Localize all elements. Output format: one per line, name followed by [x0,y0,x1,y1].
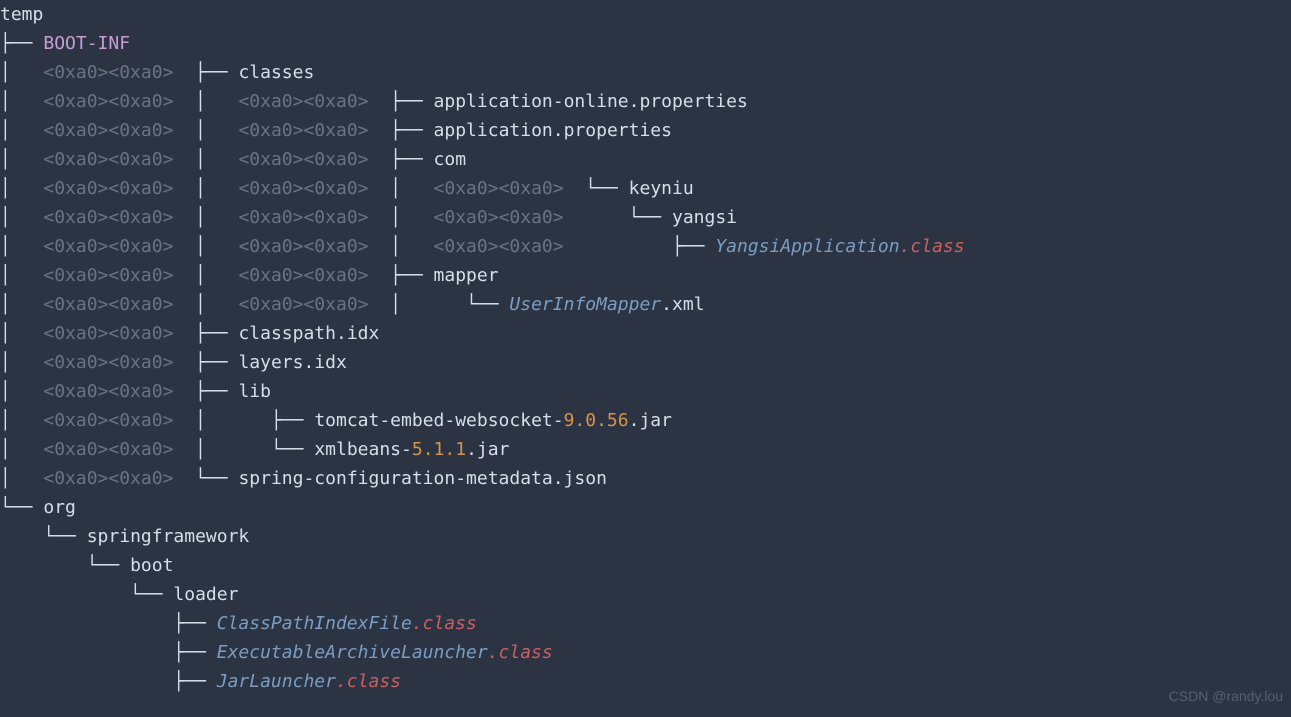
tree-line: │ <0xa0><0xa0> ├── lib [0,377,1291,406]
dir-lib: lib [238,381,271,402]
tree-line: │ <0xa0><0xa0> └── spring-configuration-… [0,464,1291,493]
tree-line: ├── ClassPathIndexFile.class [0,609,1291,638]
tree-line: │ <0xa0><0xa0> │ └── xmlbeans-5.1.1.jar [0,435,1291,464]
dir-classes: classes [238,62,314,83]
tree-line: │ <0xa0><0xa0> │ <0xa0><0xa0> ├── com [0,145,1291,174]
tree-line: │ <0xa0><0xa0> │ <0xa0><0xa0> │ <0xa0><0… [0,203,1291,232]
file-app-online: application-online.properties [434,91,748,112]
dir-keyniu: keyniu [629,178,694,199]
tree-line: temp [0,0,1291,29]
dir-loader: loader [173,584,238,605]
file-yangsi-app: YangsiApplication [715,236,899,257]
file-jarlauncher: JarLauncher [217,671,336,692]
tree-line: │ <0xa0><0xa0> ├── layers.idx [0,348,1291,377]
dir-yangsi: yangsi [672,207,737,228]
file-userinfo-mapper: UserInfoMapper [509,294,661,315]
file-xmlbeans-jar: xmlbeans-5.1.1.jar [314,439,509,460]
tree-line: │ <0xa0><0xa0> ├── classes [0,58,1291,87]
dir-mapper: mapper [434,265,499,286]
tree-line: ├── BOOT-INF [0,29,1291,58]
tree-line: │ <0xa0><0xa0> │ <0xa0><0xa0> ├── mapper [0,261,1291,290]
dir-com: com [434,149,467,170]
file-tomcat-jar: tomcat-embed-websocket-9.0.56.jar [314,410,672,431]
boot-inf-dir: BOOT-INF [43,33,130,54]
file-executablearchivelauncher: ExecutableArchiveLauncher [217,642,488,663]
tree-line: │ <0xa0><0xa0> │ <0xa0><0xa0> ├── applic… [0,87,1291,116]
file-classpathindexfile: ClassPathIndexFile [217,613,412,634]
tree-line: │ <0xa0><0xa0> │ <0xa0><0xa0> ├── applic… [0,116,1291,145]
tree-line: └── loader [0,580,1291,609]
watermark: CSDN @randy.lou [1169,682,1283,711]
tree-line: │ <0xa0><0xa0> │ <0xa0><0xa0> │ <0xa0><0… [0,232,1291,261]
tree-line: │ <0xa0><0xa0> │ <0xa0><0xa0> │ └── User… [0,290,1291,319]
dir-springframework: springframework [87,526,250,547]
root-dir: temp [0,4,43,25]
tree-line: └── springframework [0,522,1291,551]
file-classpath-idx: classpath.idx [238,323,379,344]
file-app-props: application.properties [434,120,672,141]
tree-line: ├── ExecutableArchiveLauncher.class [0,638,1291,667]
tree-line: │ <0xa0><0xa0> ├── classpath.idx [0,319,1291,348]
tree-line: │ <0xa0><0xa0> │ ├── tomcat-embed-websoc… [0,406,1291,435]
file-layers-idx: layers.idx [238,352,346,373]
tree-line: └── boot [0,551,1291,580]
dir-boot: boot [130,555,173,576]
terminal-tree-output: temp ├── BOOT-INF │ <0xa0><0xa0> ├── cla… [0,0,1291,696]
dir-org: org [43,497,76,518]
tree-line: │ <0xa0><0xa0> │ <0xa0><0xa0> │ <0xa0><0… [0,174,1291,203]
tree-line: └── org [0,493,1291,522]
file-spring-cfg: spring-configuration-metadata.json [238,468,606,489]
tree-line: ├── JarLauncher.class [0,667,1291,696]
